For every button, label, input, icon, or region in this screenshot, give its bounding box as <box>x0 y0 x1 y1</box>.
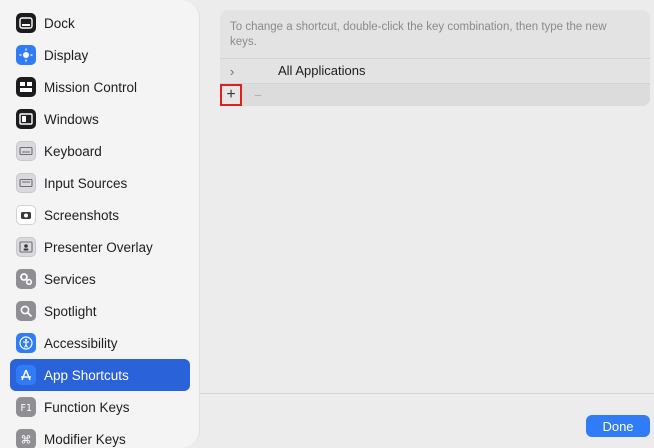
list-toolbar: + − <box>220 84 650 106</box>
modifier-keys-icon: ⌘ <box>16 429 36 448</box>
sidebar-item-label: App Shortcuts <box>44 367 129 383</box>
sidebar-item-services[interactable]: Services <box>10 263 190 295</box>
sidebar-item-keyboard[interactable]: Keyboard <box>10 135 190 167</box>
sidebar-item-label: Modifier Keys <box>44 431 126 447</box>
sidebar-item-label: Accessibility <box>44 335 118 351</box>
add-shortcut-button[interactable]: + <box>220 84 242 106</box>
display-icon <box>16 45 36 65</box>
app-shortcuts-icon <box>16 365 36 385</box>
input-sources-icon <box>16 173 36 193</box>
sidebar-item-input-sources[interactable]: Input Sources <box>10 167 190 199</box>
shortcuts-card: To change a shortcut, double-click the k… <box>220 10 650 106</box>
sidebar-item-windows[interactable]: Windows <box>10 103 190 135</box>
sidebar-item-function-keys[interactable]: F1 Function Keys <box>10 391 190 423</box>
sidebar-item-label: Keyboard <box>44 143 102 159</box>
sidebar-item-display[interactable]: Display <box>10 39 190 71</box>
function-keys-icon: F1 <box>16 397 36 417</box>
done-button[interactable]: Done <box>586 415 650 437</box>
sidebar-item-presenter-overlay[interactable]: Presenter Overlay <box>10 231 190 263</box>
sidebar-item-label: Mission Control <box>44 79 138 95</box>
mission-control-icon <box>16 77 36 97</box>
sidebar-item-label: Display <box>44 47 89 63</box>
hint-text: To change a shortcut, double-click the k… <box>230 21 607 48</box>
sidebar-item-dock[interactable]: Dock <box>10 7 190 39</box>
chevron-right-icon[interactable]: › <box>226 63 238 79</box>
sidebar-item-label: Services <box>44 271 96 287</box>
screenshots-icon <box>16 205 36 225</box>
sidebar-item-spotlight[interactable]: Spotlight <box>10 295 190 327</box>
sidebar-item-label: Presenter Overlay <box>44 239 153 255</box>
dock-icon <box>16 13 36 33</box>
sidebar: Dock Display Mission Control Windows Keyboar… <box>0 0 200 448</box>
svg-text:F1: F1 <box>21 403 33 414</box>
accessibility-icon <box>16 333 36 353</box>
keyboard-icon <box>16 141 36 161</box>
sidebar-item-label: Function Keys <box>44 399 130 415</box>
svg-text:⌘: ⌘ <box>21 434 32 447</box>
all-applications-row[interactable]: › All Applications <box>220 59 650 83</box>
sidebar-item-mission-control[interactable]: Mission Control <box>10 71 190 103</box>
all-applications-label: All Applications <box>278 63 366 78</box>
services-icon <box>16 269 36 289</box>
sidebar-item-label: Windows <box>44 111 99 127</box>
main-pane: To change a shortcut, double-click the k… <box>200 0 654 448</box>
spotlight-icon <box>16 301 36 321</box>
presenter-overlay-icon <box>16 237 36 257</box>
windows-icon <box>16 109 36 129</box>
sidebar-list: Dock Display Mission Control Windows Keyboar… <box>10 7 190 448</box>
sidebar-item-label: Screenshots <box>44 207 120 223</box>
footer-divider <box>200 393 654 394</box>
sidebar-item-label: Dock <box>44 15 75 31</box>
sidebar-item-label: Spotlight <box>44 303 97 319</box>
sidebar-item-accessibility[interactable]: Accessibility <box>10 327 190 359</box>
keyboard-shortcuts-sheet: Dock Display Mission Control Windows Keyboar… <box>0 0 654 448</box>
sidebar-item-screenshots[interactable]: Screenshots <box>10 199 190 231</box>
sidebar-item-app-shortcuts[interactable]: App Shortcuts <box>10 359 190 391</box>
remove-shortcut-button[interactable]: − <box>250 86 266 104</box>
sidebar-item-label: Input Sources <box>44 175 128 191</box>
sidebar-item-modifier-keys[interactable]: ⌘ Modifier Keys <box>10 423 190 448</box>
